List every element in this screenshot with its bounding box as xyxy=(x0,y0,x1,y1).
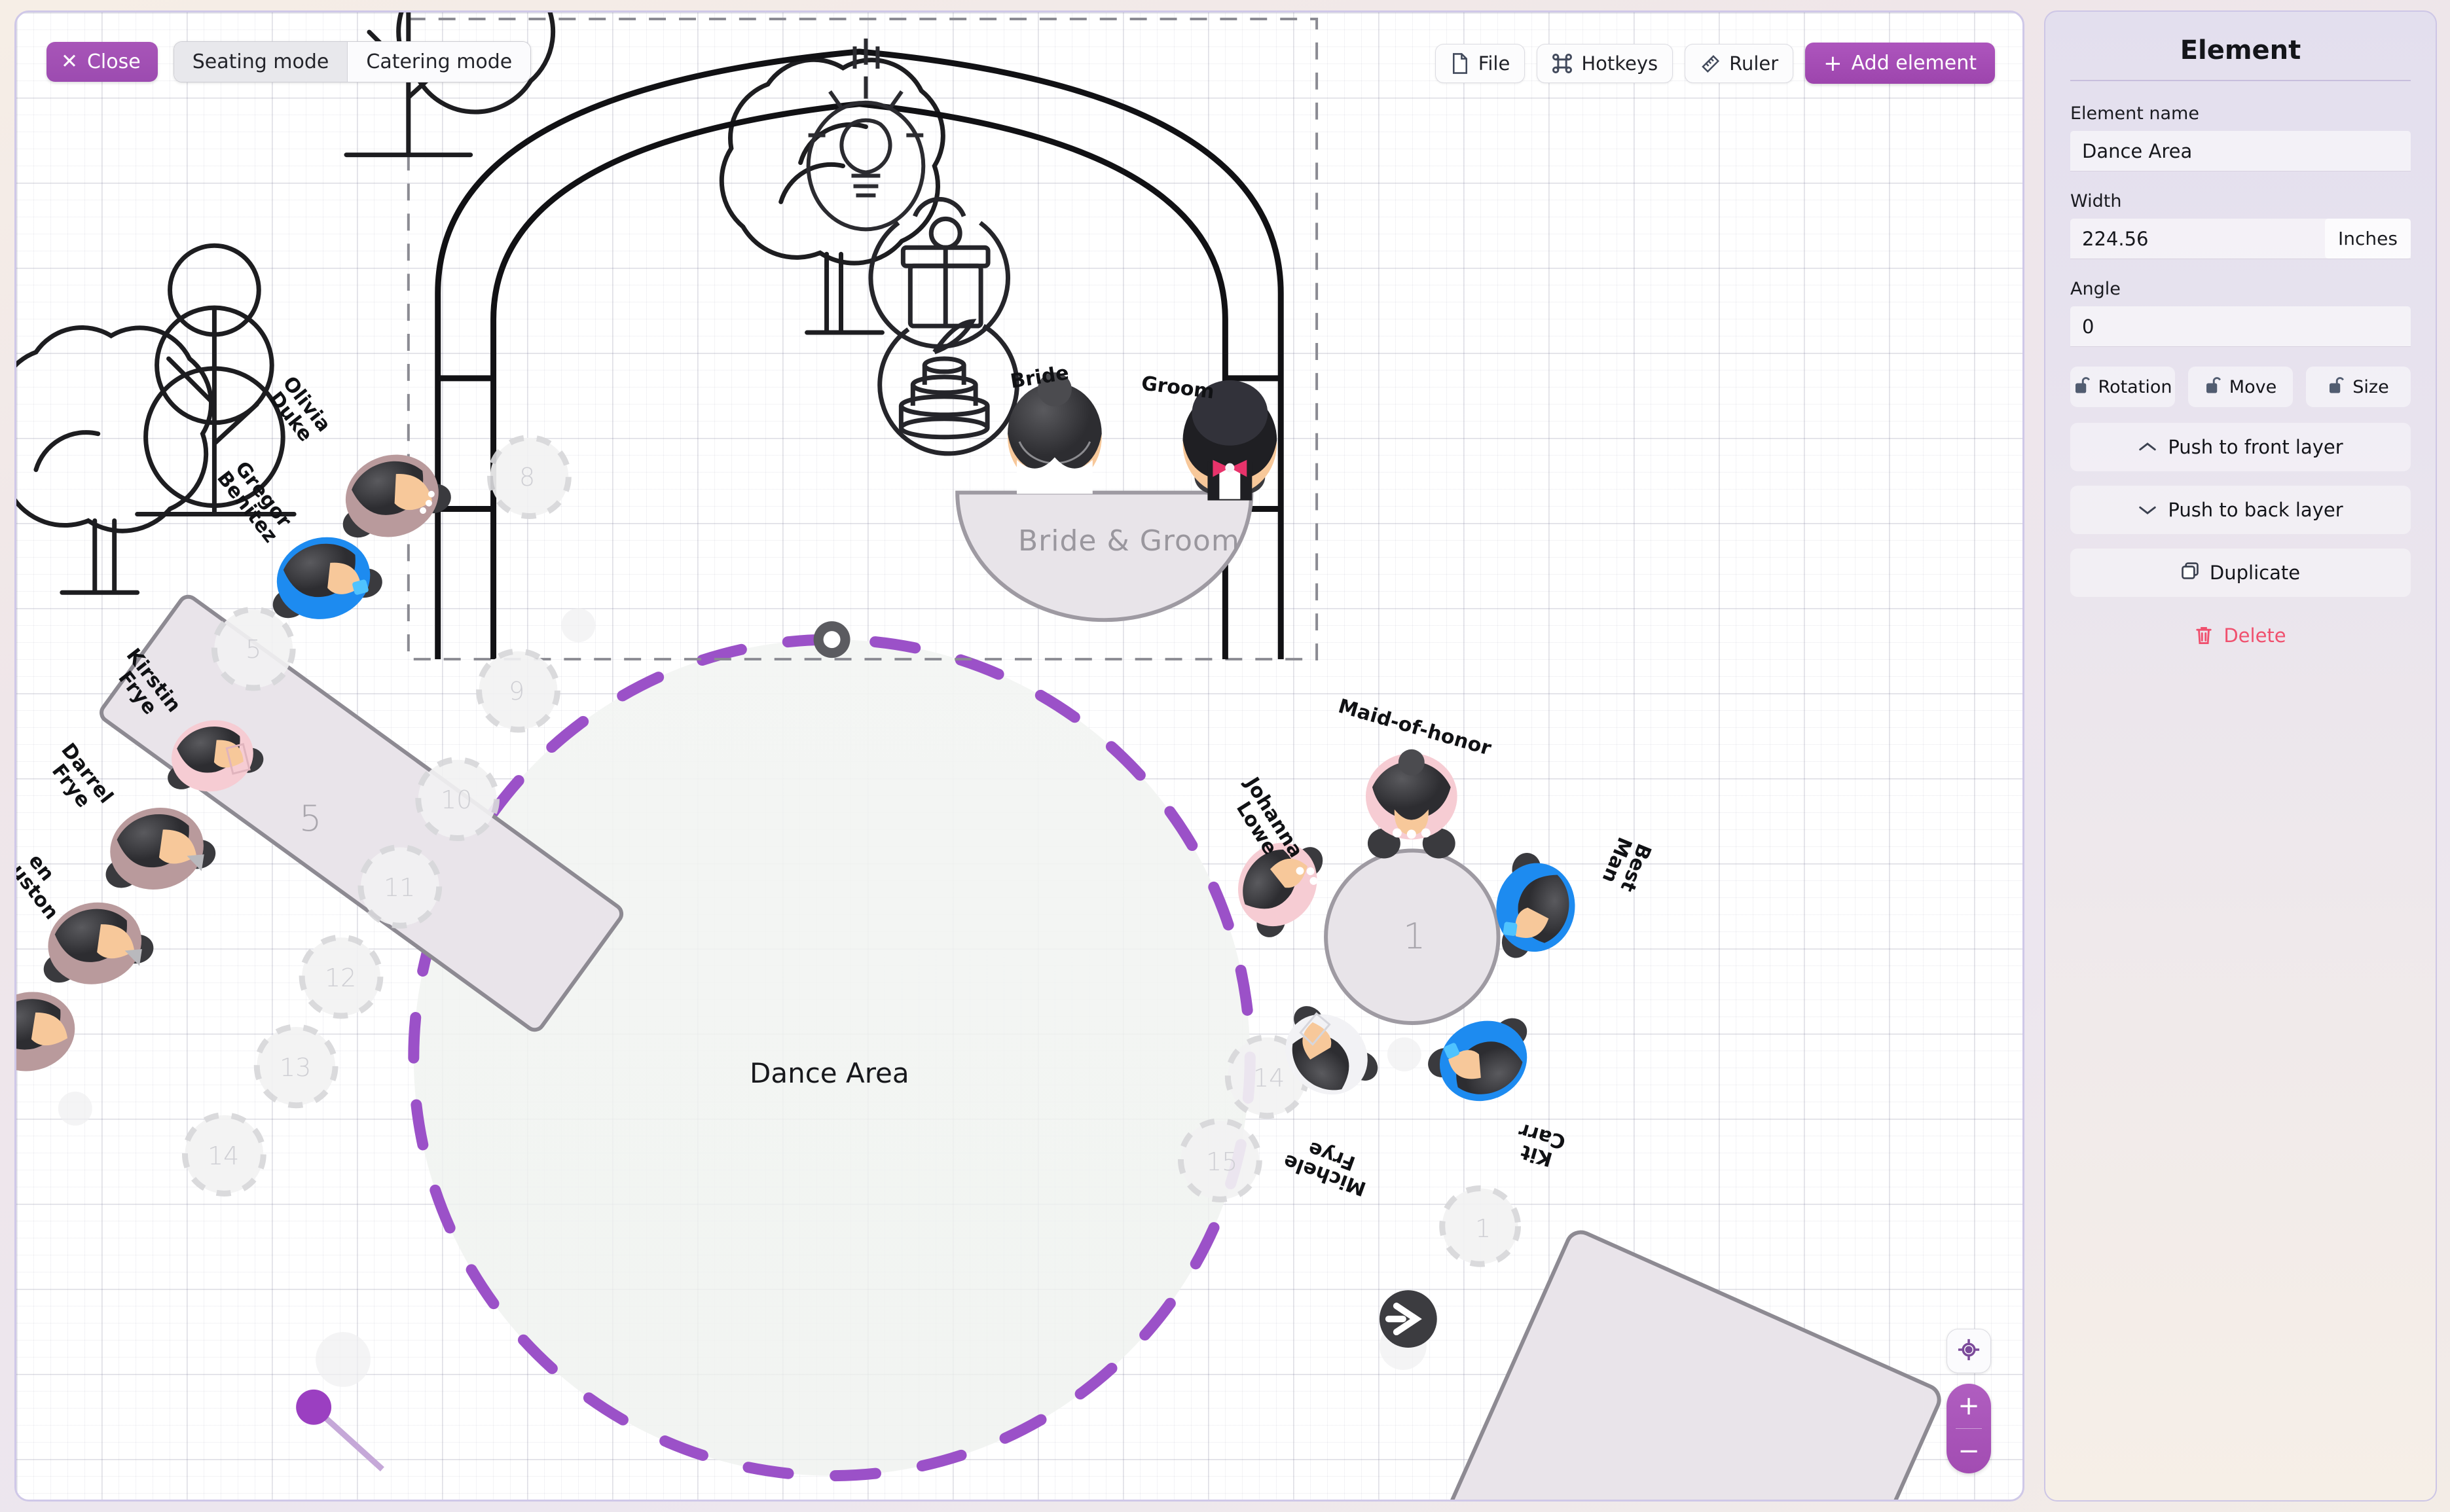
floorplan-canvas[interactable]: Bride Groom Bride & Groom Dance Area 5 1… xyxy=(14,10,2024,1502)
chevron-down-icon xyxy=(2138,499,2157,521)
close-button[interactable]: ✕ Close xyxy=(46,42,158,82)
duplicate-button[interactable]: Duplicate xyxy=(2070,549,2411,597)
left-toolbar: ✕ Close Seating mode Catering mode xyxy=(46,41,532,82)
width-input[interactable]: 224.56 Inches xyxy=(2070,219,2411,259)
seat-number: 9 xyxy=(509,677,525,706)
tab-seating-mode[interactable]: Seating mode xyxy=(174,42,348,82)
lock-move-label: Move xyxy=(2229,376,2277,397)
guest-label: Michele Frye xyxy=(1280,1131,1376,1200)
file-button-label: File xyxy=(1478,52,1510,75)
trash-icon xyxy=(2195,626,2213,645)
file-button[interactable]: File xyxy=(1435,43,1526,83)
lock-rotation-button[interactable]: Rotation xyxy=(2070,367,2175,407)
angle-input[interactable]: 0 xyxy=(2070,306,2411,347)
hotkeys-button-label: Hotkeys xyxy=(1581,52,1658,75)
lock-move-button[interactable]: Move xyxy=(2188,367,2293,407)
width-unit-select[interactable]: Inches xyxy=(2325,219,2411,259)
chevron-up-icon xyxy=(2138,436,2157,458)
panel-title: Element xyxy=(2180,35,2301,65)
push-to-front-button[interactable]: Push to front layer xyxy=(2070,423,2411,471)
zoom-out-button[interactable]: − xyxy=(1947,1429,1991,1473)
guest-label: Olivia Duke xyxy=(263,372,335,448)
add-element-button[interactable]: + Add element xyxy=(1805,43,1995,84)
guest-label: Gregor Benitez xyxy=(212,456,297,547)
tab-catering-mode[interactable]: Catering mode xyxy=(348,42,531,82)
ruler-button-label: Ruler xyxy=(1729,52,1779,75)
push-to-front-label: Push to front layer xyxy=(2168,436,2343,458)
unlock-icon xyxy=(2204,375,2221,399)
lock-button-row: Rotation Move Size xyxy=(2070,367,2411,407)
unlock-icon xyxy=(2074,375,2091,399)
recenter-button[interactable] xyxy=(1947,1329,1991,1373)
lock-rotation-label: Rotation xyxy=(2098,376,2172,397)
seat-number: 1 xyxy=(1475,1214,1491,1243)
lock-size-button[interactable]: Size xyxy=(2306,367,2411,407)
duplicate-label: Duplicate xyxy=(2209,562,2301,584)
seat-number: 10 xyxy=(441,785,473,814)
seat-number: 13 xyxy=(280,1053,312,1082)
label-head-table: Bride & Groom xyxy=(1018,524,1240,558)
seat-number: 14 xyxy=(1253,1064,1285,1092)
right-toolbar: File Hotkeys Ruler + Add element xyxy=(1435,43,1995,84)
ruler-button[interactable]: Ruler xyxy=(1685,43,1794,83)
push-to-back-label: Push to back layer xyxy=(2168,499,2343,521)
delete-button[interactable]: Delete xyxy=(2070,611,2411,660)
seat-number: 5 xyxy=(246,635,262,664)
zoom-in-button[interactable]: + xyxy=(1947,1384,1991,1428)
zoom-stepper: + − xyxy=(1947,1384,1991,1473)
guest-label: Kirstin Frye xyxy=(107,644,185,729)
label-table-1: 1 xyxy=(1403,916,1426,957)
crosshair-icon xyxy=(1956,1337,1981,1365)
panel-divider xyxy=(2070,80,2411,81)
mode-switch[interactable]: Seating mode Catering mode xyxy=(173,41,532,82)
close-icon: ✕ xyxy=(61,50,78,73)
label-table-5: 5 xyxy=(299,798,322,839)
seat-number: 14 xyxy=(208,1142,240,1170)
hotkeys-button[interactable]: Hotkeys xyxy=(1537,43,1673,83)
file-icon xyxy=(1450,52,1470,75)
command-icon xyxy=(1552,53,1573,74)
element-properties-panel: Element Element name Dance Area Width 22… xyxy=(2044,10,2437,1502)
seat-number: 15 xyxy=(1206,1147,1238,1176)
duplicate-icon xyxy=(2181,562,2199,585)
guest-role-name: Maid-of-honor xyxy=(1336,694,1494,761)
element-name-input[interactable]: Dance Area xyxy=(2070,131,2411,171)
push-to-back-button[interactable]: Push to back layer xyxy=(2070,486,2411,534)
seat-number: 12 xyxy=(325,963,357,992)
unlock-icon xyxy=(2328,375,2345,399)
guest-label: Maid-of-honor xyxy=(1336,694,1494,761)
floorplan-labels: Bride Groom Bride & Groom Dance Area 5 1… xyxy=(16,12,2022,1500)
plus-icon: + xyxy=(1823,50,1842,77)
ruler-icon xyxy=(1700,53,1721,74)
angle-label: Angle xyxy=(2070,279,2121,299)
close-button-label: Close xyxy=(86,50,141,73)
guest-label: Kit Carr xyxy=(1511,1119,1568,1171)
lock-size-label: Size xyxy=(2352,376,2389,397)
guest-label: Johanna Lowe xyxy=(1224,773,1307,872)
label-bride: Bride xyxy=(1008,361,1070,393)
seat-number: 11 xyxy=(384,873,416,902)
width-value: 224.56 xyxy=(2082,227,2149,250)
guest-label: Best Man xyxy=(1598,833,1656,895)
label-dance-area: Dance Area xyxy=(750,1057,909,1089)
label-groom: Groom xyxy=(1140,372,1216,404)
width-label: Width xyxy=(2070,191,2122,211)
delete-label: Delete xyxy=(2223,624,2286,647)
add-element-button-label: Add element xyxy=(1851,52,1977,75)
guest-label: Darrel Frye xyxy=(41,739,117,820)
zoom-controls: + − xyxy=(1947,1329,1991,1473)
seat-number: 8 xyxy=(519,463,536,492)
guest-label: en Houston xyxy=(16,825,77,924)
element-name-label: Element name xyxy=(2070,103,2199,124)
